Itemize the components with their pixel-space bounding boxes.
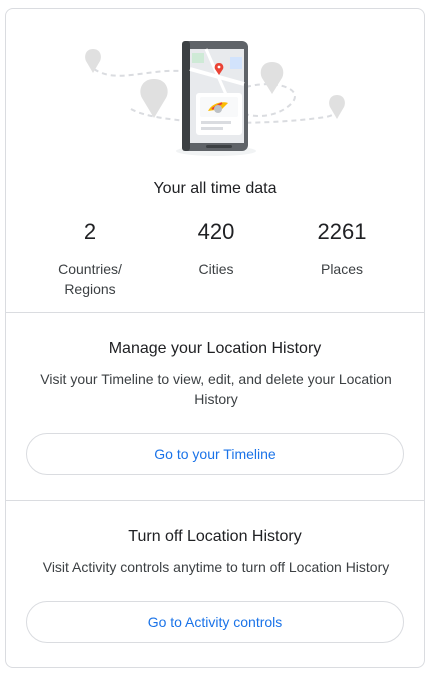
- go-to-timeline-button[interactable]: Go to your Timeline: [26, 433, 404, 475]
- stats-row: 2 Countries/Regions 420 Cities 2261 Plac…: [6, 219, 424, 309]
- stat-value: 420: [197, 219, 235, 244]
- stat-label-line: Countries/: [58, 261, 122, 277]
- divider: [6, 312, 424, 313]
- phone-map-illustration-icon: [85, 41, 345, 156]
- stat-value: 2: [83, 219, 97, 244]
- stat-cities: 420 Cities: [156, 219, 276, 279]
- stat-places: 2261 Places: [282, 219, 402, 279]
- turn-off-section-title: Turn off Location History: [128, 528, 302, 545]
- stat-label: Cities: [198, 261, 234, 277]
- divider: [6, 500, 424, 501]
- turn-off-section-description: Visit Activity controls anytime to turn …: [42, 559, 390, 575]
- location-history-card: Your all time data 2 Countries/Regions 4…: [5, 8, 425, 668]
- manage-section-title: Manage your Location History: [108, 340, 322, 357]
- all-time-title: Your all time data: [153, 180, 277, 197]
- manage-description-line: Visit your Timeline to view, edit, and d…: [40, 371, 392, 387]
- stat-countries: 2 Countries/Regions: [30, 219, 150, 299]
- go-to-activity-controls-button[interactable]: Go to Activity controls: [26, 601, 404, 643]
- stat-label: Countries/Regions: [30, 259, 150, 299]
- manage-section-description: Visit your Timeline to view, edit, and d…: [36, 369, 396, 409]
- stat-label: Places: [320, 261, 364, 277]
- stat-value: 2261: [317, 219, 367, 244]
- stat-label-line: Regions: [64, 281, 116, 297]
- manage-description-line: History: [194, 391, 238, 407]
